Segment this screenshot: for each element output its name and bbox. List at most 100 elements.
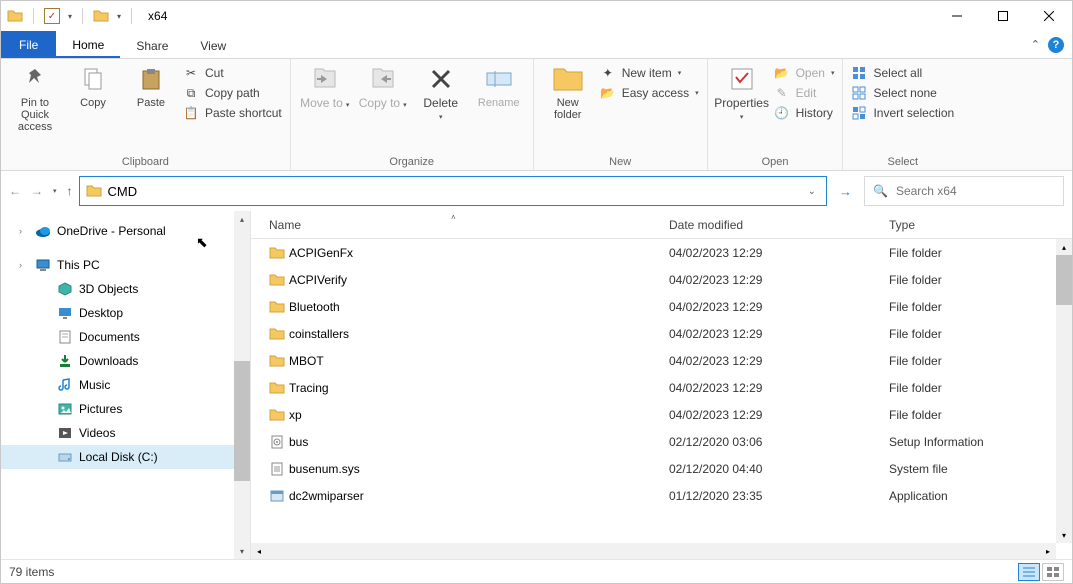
edit-button[interactable]: ✎Edit xyxy=(774,85,835,101)
qat-dropdown-caret[interactable]: ▾ xyxy=(117,12,121,21)
cut-button[interactable]: ✂Cut xyxy=(183,65,282,81)
scrollbar-thumb[interactable] xyxy=(234,361,250,481)
up-button[interactable]: ↑ xyxy=(67,184,73,198)
tree-item[interactable]: ›This PC xyxy=(1,253,250,277)
file-row[interactable]: xp04/02/2023 12:29File folder xyxy=(251,401,1056,428)
new-folder-button[interactable]: New folder xyxy=(542,63,594,121)
column-header-name[interactable]: Name xyxy=(269,218,669,232)
content-hscrollbar[interactable]: ◂ ▸ xyxy=(251,543,1056,559)
downloads-icon xyxy=(57,353,73,369)
new-item-button[interactable]: ✦New item ▾ xyxy=(600,65,699,81)
tree-item[interactable]: Pictures xyxy=(1,397,250,421)
file-row[interactable]: ACPIVerify04/02/2023 12:29File folder xyxy=(251,266,1056,293)
copy-to-icon xyxy=(367,63,399,95)
easy-access-button[interactable]: 📂Easy access ▾ xyxy=(600,85,699,101)
file-row[interactable]: MBOT04/02/2023 12:29File folder xyxy=(251,347,1056,374)
copy-path-button[interactable]: ⧉Copy path xyxy=(183,85,282,101)
search-box[interactable]: 🔍 xyxy=(864,176,1064,206)
search-input[interactable] xyxy=(896,184,1055,198)
copy-button[interactable]: Copy xyxy=(67,63,119,109)
close-button[interactable] xyxy=(1026,1,1072,31)
folder-icon xyxy=(93,8,109,24)
help-icon[interactable]: ? xyxy=(1048,37,1064,53)
scrollbar-thumb[interactable] xyxy=(1056,255,1072,305)
properties-button[interactable]: Properties▾ xyxy=(716,63,768,122)
tree-item[interactable]: Videos xyxy=(1,421,250,445)
qat-dropdown-caret[interactable]: ▾ xyxy=(68,12,72,21)
details-view-button[interactable] xyxy=(1018,563,1040,581)
scroll-right-icon[interactable]: ▸ xyxy=(1040,543,1056,559)
tab-view[interactable]: View xyxy=(184,31,242,58)
label: Easy access xyxy=(622,86,689,100)
label: New item xyxy=(622,66,672,80)
file-row[interactable]: Tracing04/02/2023 12:29File folder xyxy=(251,374,1056,401)
expander-icon[interactable]: › xyxy=(19,226,29,236)
address-dropdown-icon[interactable]: ⌄ xyxy=(804,186,820,197)
tree-item[interactable]: Desktop xyxy=(1,301,250,325)
tab-file[interactable]: File xyxy=(1,31,56,58)
paste-button[interactable]: Paste xyxy=(125,63,177,109)
tree-item[interactable]: ›OneDrive - Personal xyxy=(1,219,250,243)
file-row[interactable]: Bluetooth04/02/2023 12:29File folder xyxy=(251,293,1056,320)
delete-button[interactable]: Delete▾ xyxy=(415,63,467,122)
pin-to-quick-access-button[interactable]: Pin to Quick access xyxy=(9,63,61,133)
scroll-left-icon[interactable]: ◂ xyxy=(251,543,267,559)
properties-qat-icon[interactable]: ✓ xyxy=(44,8,60,24)
address-bar[interactable]: ⌄ xyxy=(79,176,827,206)
file-row[interactable]: ACPIGenFx04/02/2023 12:29File folder xyxy=(251,239,1056,266)
file-date: 04/02/2023 12:29 xyxy=(669,246,889,260)
history-button[interactable]: 🕘History xyxy=(774,105,835,121)
tree-item[interactable]: Downloads xyxy=(1,349,250,373)
large-icons-view-button[interactable] xyxy=(1042,563,1064,581)
column-header-type[interactable]: Type xyxy=(889,218,1072,232)
tree-item[interactable]: Local Disk (C:) xyxy=(1,445,250,469)
go-to-button[interactable]: → xyxy=(833,184,858,199)
tab-share[interactable]: Share xyxy=(120,31,184,58)
select-none-button[interactable]: Select none xyxy=(851,85,954,101)
minimize-button[interactable] xyxy=(934,1,980,31)
collapse-ribbon-icon[interactable]: ⌃ xyxy=(1031,38,1040,51)
tree-item[interactable]: Documents xyxy=(1,325,250,349)
folder-icon xyxy=(269,272,289,288)
label: Delete▾ xyxy=(423,97,458,122)
tree-item[interactable]: 3D Objects xyxy=(1,277,250,301)
back-button[interactable]: ← xyxy=(9,184,21,198)
file-row[interactable]: bus02/12/2020 03:06Setup Information xyxy=(251,428,1056,455)
select-all-button[interactable]: Select all xyxy=(851,65,954,81)
open-button[interactable]: 📂Open ▾ xyxy=(774,65,835,81)
column-header-date[interactable]: Date modified xyxy=(669,218,889,232)
content-scrollbar[interactable]: ▴ ▾ xyxy=(1056,239,1072,543)
address-input[interactable] xyxy=(108,184,798,199)
scroll-down-icon[interactable]: ▾ xyxy=(234,543,250,559)
group-open: Properties▾ 📂Open ▾ ✎Edit 🕘History Open xyxy=(708,59,844,170)
tree-item-label: Music xyxy=(79,378,110,392)
move-to-button[interactable]: Move to ▾ xyxy=(299,63,351,110)
rename-button[interactable]: Rename xyxy=(473,63,525,109)
file-type: File folder xyxy=(889,381,1056,395)
file-type: Setup Information xyxy=(889,435,1056,449)
file-name: xp xyxy=(289,408,669,422)
label: Rename xyxy=(478,97,520,109)
tree-item-label: Documents xyxy=(79,330,140,344)
file-type: File folder xyxy=(889,354,1056,368)
invert-selection-button[interactable]: Invert selection xyxy=(851,105,954,121)
tab-home[interactable]: Home xyxy=(56,31,120,58)
scroll-up-icon[interactable]: ▴ xyxy=(234,211,250,227)
expander-icon[interactable]: › xyxy=(19,260,29,270)
maximize-button[interactable] xyxy=(980,1,1026,31)
disk-icon xyxy=(57,449,73,465)
group-label: Clipboard xyxy=(9,154,282,168)
recent-locations-button[interactable]: ▾ xyxy=(53,187,57,195)
file-row[interactable]: dc2wmiparser01/12/2020 23:35Application xyxy=(251,482,1056,509)
main-area: ›OneDrive - Personal ›This PC3D ObjectsDe… xyxy=(1,211,1072,559)
file-row[interactable]: coinstallers04/02/2023 12:29File folder xyxy=(251,320,1056,347)
scroll-up-icon[interactable]: ▴ xyxy=(1056,239,1072,255)
easy-access-icon: 📂 xyxy=(600,85,616,101)
scroll-down-icon[interactable]: ▾ xyxy=(1056,527,1072,543)
copy-to-button[interactable]: Copy to ▾ xyxy=(357,63,409,110)
file-row[interactable]: busenum.sys02/12/2020 04:40System file xyxy=(251,455,1056,482)
forward-button[interactable]: → xyxy=(31,184,43,198)
folder-icon xyxy=(7,8,23,24)
tree-item[interactable]: Music xyxy=(1,373,250,397)
paste-shortcut-button[interactable]: 📋Paste shortcut xyxy=(183,105,282,121)
